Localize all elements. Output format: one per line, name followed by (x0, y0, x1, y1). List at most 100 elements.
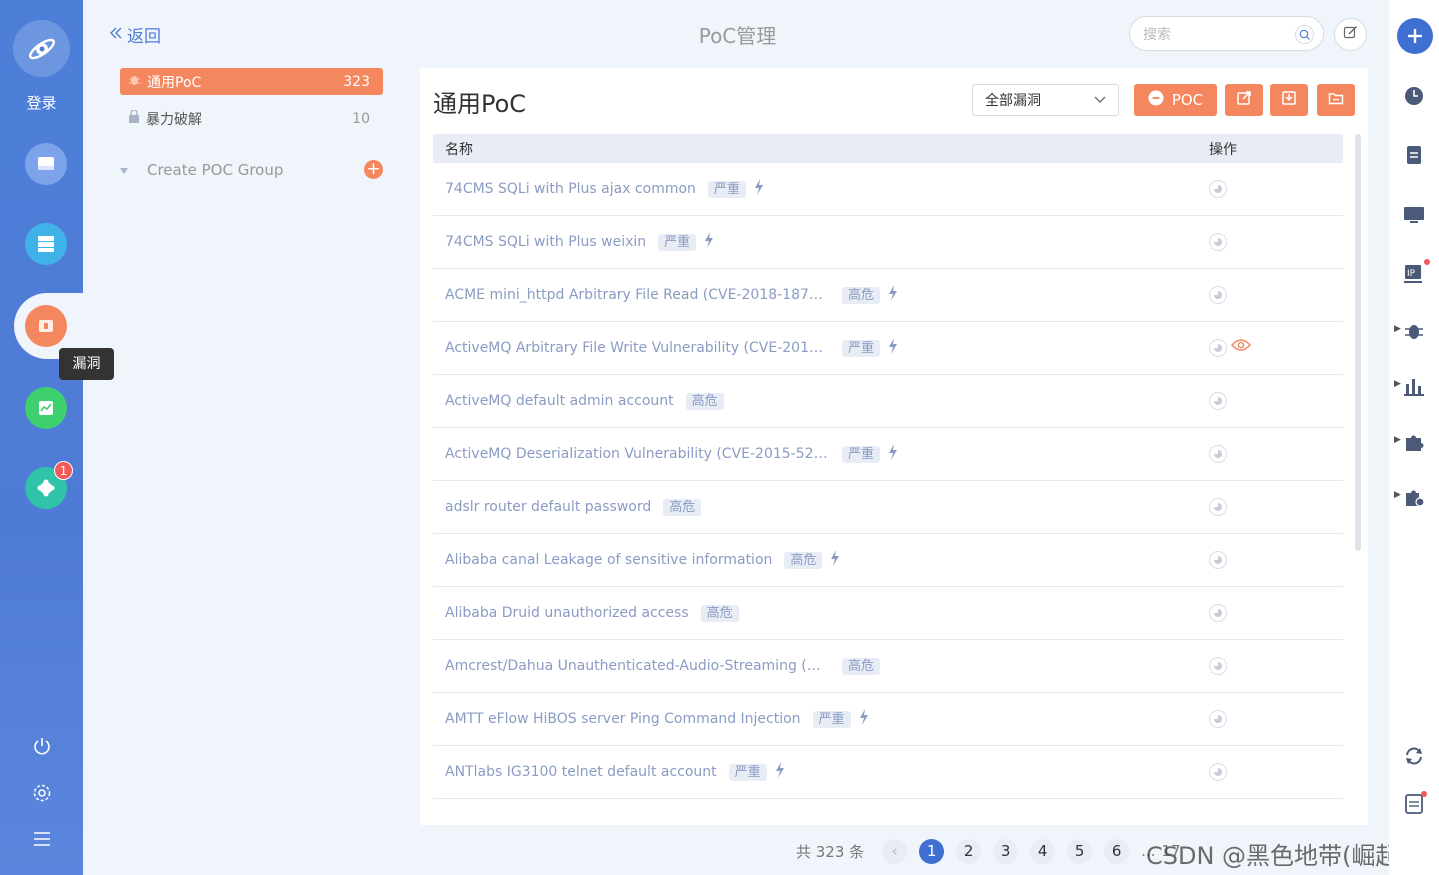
poc-name-link[interactable]: Alibaba Druid unauthorized access (445, 605, 689, 621)
puzzle-icon[interactable] (1403, 431, 1425, 453)
table-row[interactable]: ActiveMQ Arbitrary File Write Vulnerabil… (433, 322, 1343, 375)
table-row[interactable]: Alibaba Druid unauthorized access 高危 (433, 587, 1343, 640)
ip-icon[interactable]: IP (1403, 263, 1425, 285)
back-link[interactable]: 返回 (109, 22, 161, 47)
bar-chart-icon[interactable] (1403, 375, 1425, 397)
search-input[interactable]: 搜索 (1143, 24, 1171, 44)
add-task-button[interactable] (1397, 18, 1433, 54)
poc-name-link[interactable]: ActiveMQ Deserialization Vulnerability (… (445, 446, 830, 462)
severity-badge: 严重 (842, 445, 881, 463)
poc-name-link[interactable]: ActiveMQ default admin account (445, 393, 674, 409)
filter-value: 全部漏洞 (985, 93, 1041, 109)
gear-icon[interactable] (29, 780, 55, 806)
page-4[interactable]: 4 (1030, 838, 1056, 864)
folder-icon (1328, 90, 1344, 110)
table-row[interactable]: 74CMS SQLi with Plus weixin 严重 (433, 216, 1343, 269)
import-button[interactable] (1270, 84, 1308, 116)
column-ops: 操作 (1209, 142, 1237, 158)
poc-name-link[interactable]: adslr router default password (445, 499, 651, 515)
lightning-icon (704, 232, 714, 252)
poc-name-link[interactable]: Alibaba canal Leakage of sensitive infor… (445, 552, 772, 568)
table-scrollbar[interactable] (1355, 134, 1361, 551)
table-row[interactable]: ActiveMQ default admin account 高危 (433, 375, 1343, 428)
add-group-icon[interactable]: + (364, 160, 383, 179)
table-row[interactable]: Alibaba canal Leakage of sensitive infor… (433, 534, 1343, 587)
column-name: 名称 (445, 142, 473, 158)
run-scan-icon[interactable] (1209, 180, 1227, 198)
watermark-text: CSDN @黑色地带(崛起) (1146, 842, 1409, 870)
svg-text:IP: IP (1407, 269, 1416, 279)
lightning-icon (830, 550, 840, 570)
run-scan-icon[interactable] (1209, 498, 1227, 516)
lightning-icon (754, 179, 764, 199)
table-row[interactable]: Amcrest/Dahua Unauthenticated-Audio-Stre… (433, 640, 1343, 693)
table-row[interactable]: ACME mini_httpd Arbitrary File Read (CVE… (433, 269, 1343, 322)
export-button[interactable] (1225, 84, 1263, 116)
poc-name-link[interactable]: ANTlabs IG3100 telnet default account (445, 764, 717, 780)
monitor-icon[interactable] (1403, 204, 1425, 226)
poc-name-link[interactable]: ActiveMQ Arbitrary File Write Vulnerabil… (445, 340, 830, 356)
table-row[interactable]: AMTT eFlow HiBOS server Ping Command Inj… (433, 693, 1343, 746)
bug-icon[interactable] (1403, 320, 1425, 342)
eye-icon[interactable] (1231, 338, 1251, 356)
pagination: 共 323 条 ‹ 1 2 3 4 5 6 ... 17 (796, 838, 1181, 864)
puzzle-settings-icon[interactable] (1403, 486, 1425, 508)
poc-button-label: POC (1171, 91, 1204, 109)
table-row[interactable]: 74CMS SQLi with Plus ajax common 严重 (433, 163, 1343, 216)
page-2[interactable]: 2 (956, 838, 982, 864)
run-scan-icon[interactable] (1209, 445, 1227, 463)
run-scan-icon[interactable] (1209, 551, 1227, 569)
nav-monitor-icon[interactable] (25, 387, 67, 429)
run-scan-icon[interactable] (1209, 286, 1227, 304)
severity-badge: 严重 (707, 180, 746, 198)
refresh-icon[interactable] (1403, 745, 1425, 767)
poc-table-body: 74CMS SQLi with Plus ajax common 严重 74CMS … (433, 163, 1343, 799)
run-scan-icon[interactable] (1209, 710, 1227, 728)
run-scan-icon[interactable] (1209, 763, 1227, 781)
page-5[interactable]: 5 (1067, 838, 1093, 864)
chevron-down-icon (1094, 92, 1106, 108)
caret-right-icon: ▶ (1394, 324, 1401, 334)
document-icon[interactable] (1403, 144, 1425, 166)
table-row[interactable]: ANTlabs IG3100 telnet default account 严重 (433, 746, 1343, 799)
poc-name-link[interactable]: 74CMS SQLi with Plus ajax common (445, 181, 696, 197)
poc-name-link[interactable]: 74CMS SQLi with Plus weixin (445, 234, 646, 250)
power-icon[interactable] (29, 733, 55, 759)
table-row[interactable]: ActiveMQ Deserialization Vulnerability (… (433, 428, 1343, 481)
lock-icon (128, 109, 140, 127)
prev-page-button[interactable]: ‹ (882, 838, 908, 864)
clock-icon[interactable] (1403, 85, 1425, 107)
add-poc-button[interactable]: POC (1134, 84, 1217, 116)
lightning-icon (888, 444, 898, 464)
run-scan-icon[interactable] (1209, 339, 1227, 357)
nav-server-icon[interactable] (25, 223, 67, 265)
total-count: 共 323 条 (796, 842, 865, 861)
page-3[interactable]: 3 (993, 838, 1019, 864)
search-icon[interactable] (1295, 25, 1314, 44)
nav-vulnerability-icon[interactable] (25, 305, 67, 347)
group-item-bruteforce[interactable]: 暴力破解 10 (120, 105, 383, 132)
run-scan-icon[interactable] (1209, 604, 1227, 622)
caret-right-icon: ▶ (1394, 435, 1401, 445)
nav-assets-icon[interactable] (25, 143, 67, 185)
poc-name-link[interactable]: Amcrest/Dahua Unauthenticated-Audio-Stre… (445, 658, 830, 674)
poc-name-link[interactable]: ACME mini_httpd Arbitrary File Read (CVE… (445, 287, 830, 303)
login-link[interactable]: 登录 (0, 92, 83, 113)
menu-icon[interactable] (29, 826, 55, 852)
rocket-logo-icon[interactable] (13, 20, 70, 77)
page-6[interactable]: 6 (1104, 838, 1130, 864)
severity-filter-select[interactable]: 全部漏洞 (972, 84, 1119, 116)
run-scan-icon[interactable] (1209, 657, 1227, 675)
poc-name-link[interactable]: AMTT eFlow HiBOS server Ping Command Inj… (445, 711, 801, 727)
search-box[interactable]: 搜索 (1129, 16, 1324, 51)
table-row[interactable]: adslr router default password 高危 (433, 481, 1343, 534)
page-1[interactable]: 1 (919, 838, 945, 864)
group-item-generic-poc[interactable]: 通用PoC 323 (120, 68, 383, 95)
plugin-notification-badge: 1 (54, 461, 73, 480)
edit-button[interactable] (1334, 18, 1367, 51)
run-scan-icon[interactable] (1209, 233, 1227, 251)
create-poc-group[interactable]: Create POC Group + (117, 160, 383, 179)
run-scan-icon[interactable] (1209, 392, 1227, 410)
bug-icon (128, 73, 141, 90)
folder-button[interactable] (1317, 84, 1355, 116)
